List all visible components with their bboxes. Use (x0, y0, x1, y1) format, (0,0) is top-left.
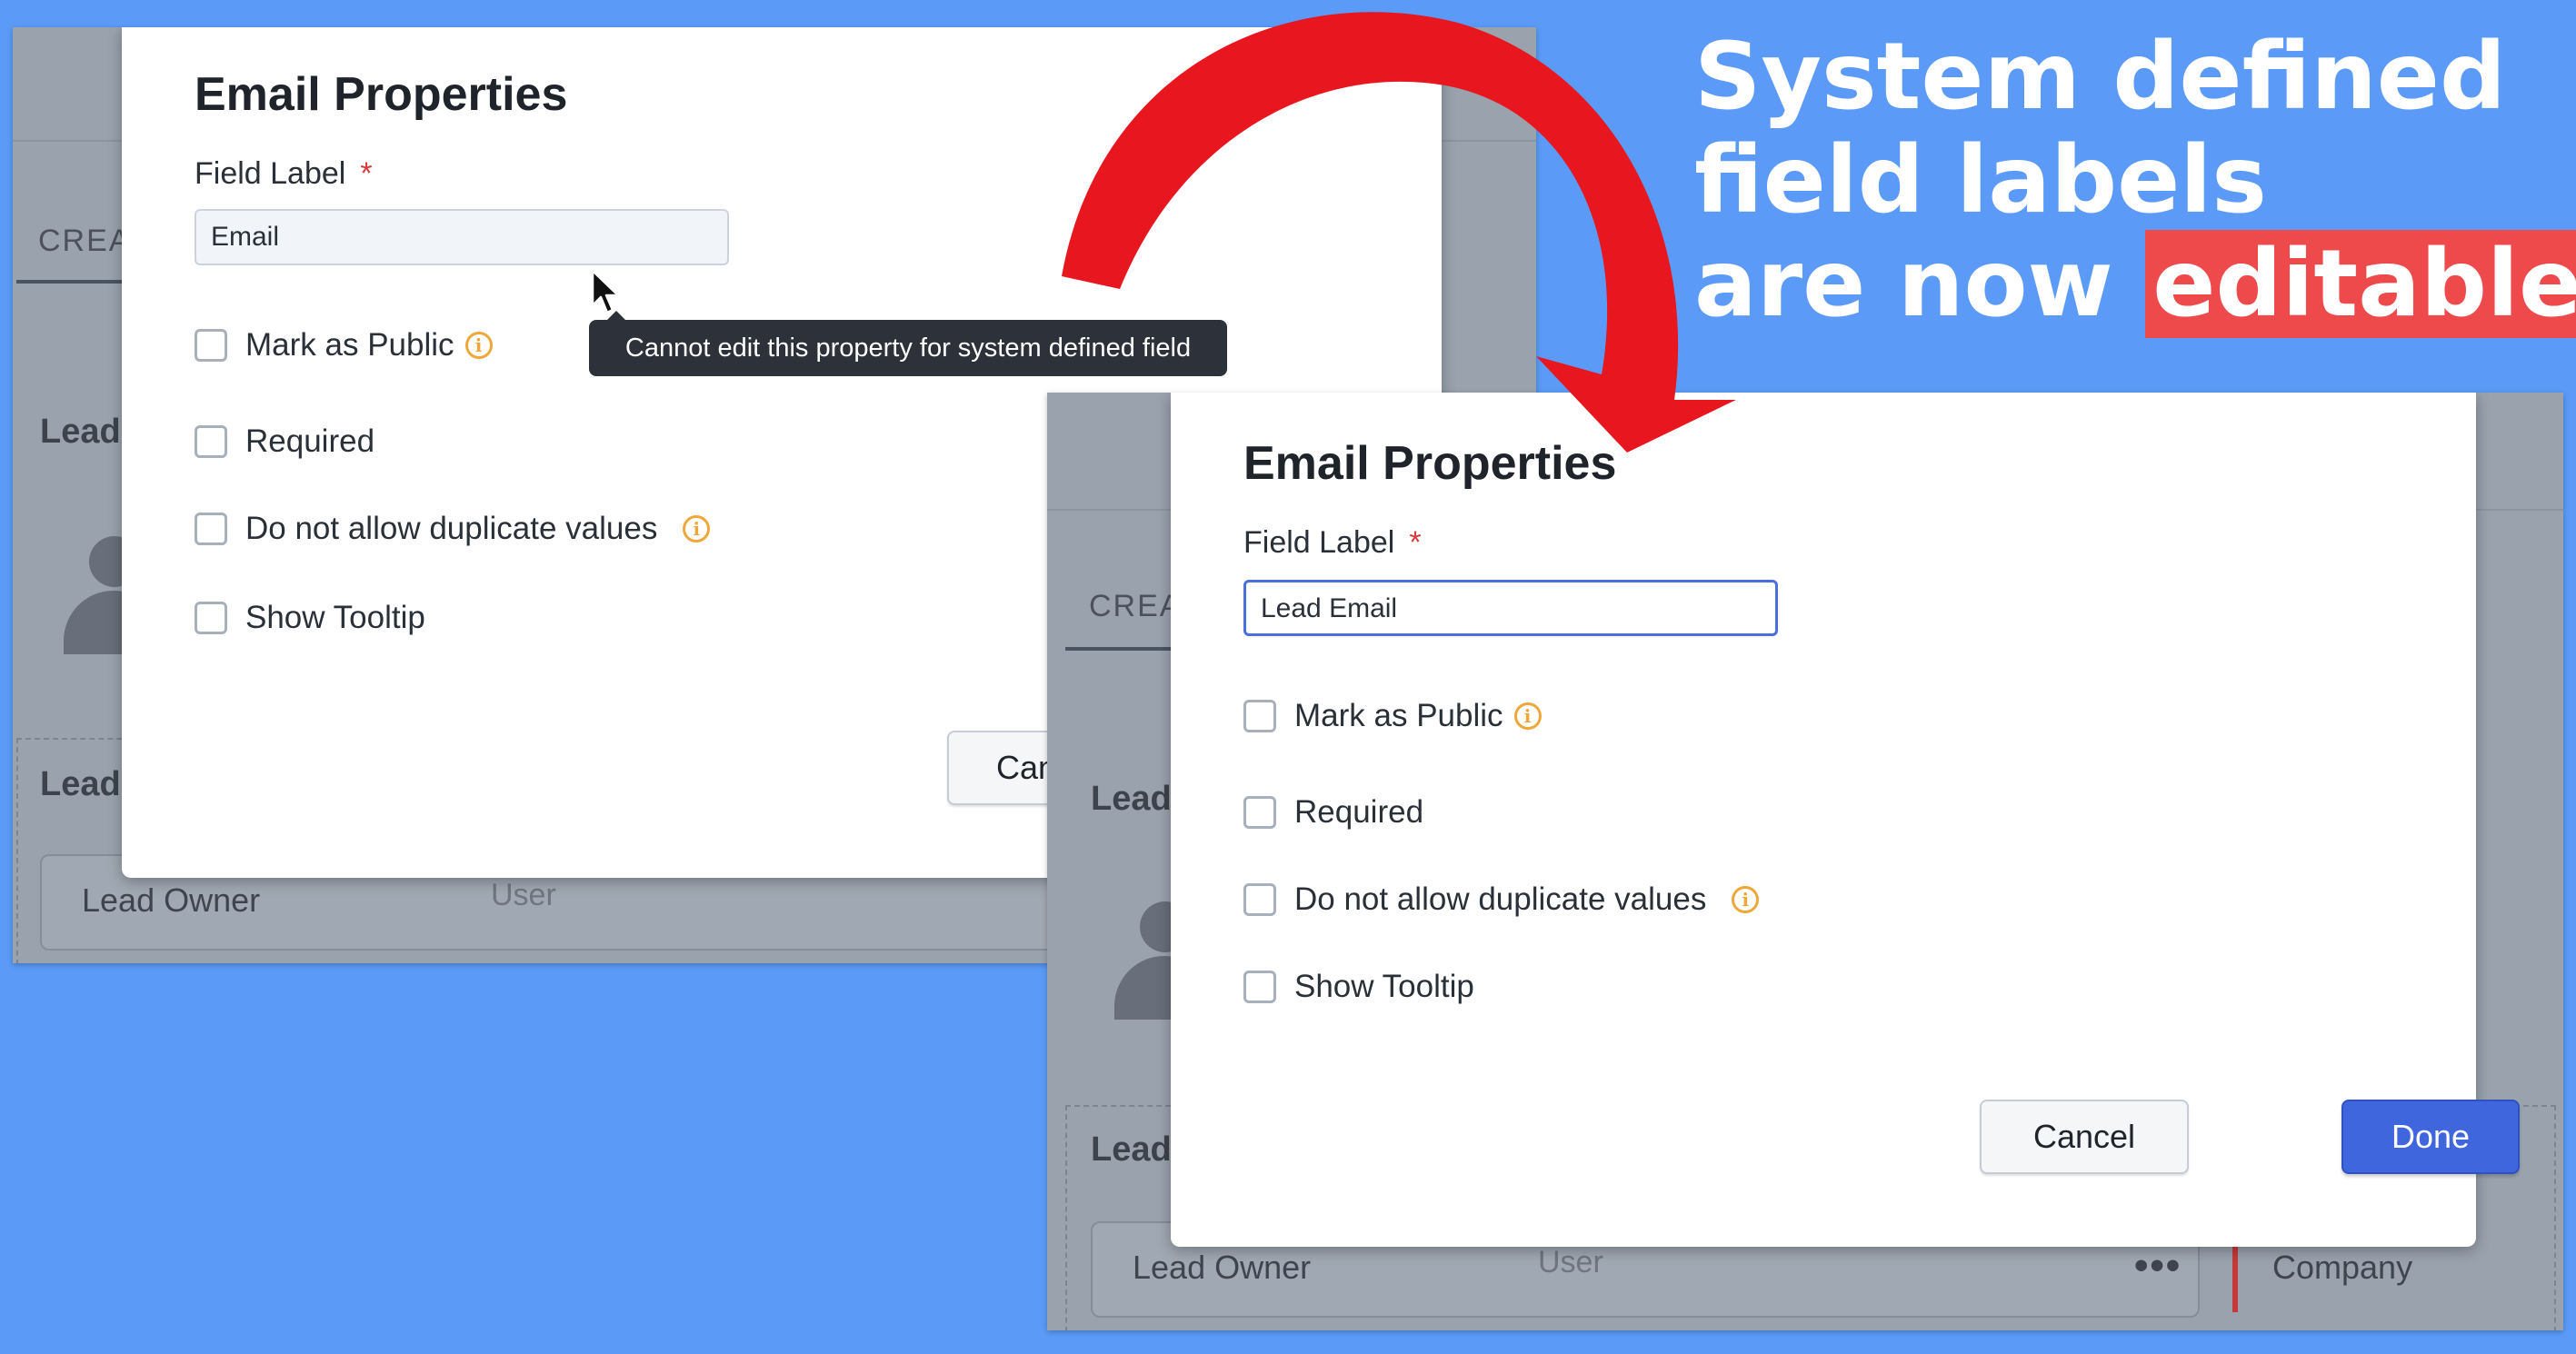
field-label-input[interactable]: Lead Email (1243, 580, 1778, 636)
cancel-button[interactable]: Cancel (1980, 1100, 2189, 1174)
company-field-label: Company (2272, 1249, 2413, 1286)
required-asterisk: * (1409, 525, 1422, 560)
create-tab[interactable]: CREA (1089, 589, 1182, 624)
field-label-text: Field Label (195, 156, 346, 191)
checkbox[interactable] (1243, 700, 1276, 732)
option-label: Show Tooltip (1294, 969, 1474, 1004)
info-icon[interactable]: i (683, 515, 711, 543)
option-no-duplicates[interactable]: Do not allow duplicate values i (1243, 881, 1760, 918)
option-no-duplicates[interactable]: Do not allow duplicate values i (195, 511, 711, 547)
field-label-text: Field Label (1243, 525, 1395, 560)
done-button[interactable]: Done (2341, 1100, 2520, 1174)
email-properties-dialog: Email Properties Field Label * Lead Email… (1171, 393, 2520, 1247)
option-required[interactable]: Required (1243, 794, 1423, 831)
info-icon[interactable]: i (464, 332, 493, 359)
lead-owner-type: User (491, 878, 556, 912)
section-heading: Lead (40, 765, 121, 803)
headline-highlight: editable (2145, 230, 2576, 338)
more-dots-icon[interactable]: ••• (2134, 1243, 2182, 1289)
required-asterisk: * (360, 156, 373, 191)
option-label: Show Tooltip (245, 600, 425, 635)
info-icon[interactable]: i (1513, 702, 1542, 730)
checkbox[interactable] (195, 329, 227, 362)
checkbox[interactable] (195, 425, 227, 458)
checkbox[interactable] (195, 602, 227, 634)
section-heading: Lead (1091, 780, 1172, 818)
checkbox[interactable] (1243, 796, 1276, 829)
checkbox[interactable] (195, 513, 227, 545)
info-icon[interactable]: i (1732, 886, 1760, 913)
lead-owner-label: Lead Owner (82, 881, 261, 919)
create-tab[interactable]: CREA (38, 224, 131, 259)
headline-line-3: are now editable (1694, 230, 2576, 338)
lead-owner-type: User (1538, 1245, 1603, 1279)
headline-line-1: System defined (1694, 23, 2506, 131)
option-show-tooltip[interactable]: Show Tooltip (1243, 969, 1474, 1005)
checkbox[interactable] (1243, 971, 1276, 1003)
section-heading: Lead (1091, 1130, 1172, 1169)
option-required[interactable]: Required (195, 423, 374, 460)
option-label: Required (1294, 794, 1424, 830)
option-show-tooltip[interactable]: Show Tooltip (195, 600, 425, 636)
field-label-caption: Field Label * (195, 156, 373, 192)
option-label: Mark as Public (245, 327, 454, 363)
headline-line-2: field labels (1694, 126, 2267, 234)
section-heading: Lead (40, 413, 121, 451)
lead-owner-label: Lead Owner (1133, 1249, 1312, 1286)
field-label-caption: Field Label * (1243, 525, 1422, 561)
disabled-tooltip: Cannot edit this property for system def… (589, 311, 1227, 376)
mouse-cursor-icon (591, 269, 620, 314)
checkbox[interactable] (1243, 883, 1276, 916)
dialog-title: Email Properties (195, 68, 568, 121)
option-label: Do not allow duplicate values (245, 511, 658, 546)
option-label: Mark as Public (1294, 698, 1503, 733)
option-label: Do not allow duplicate values (1294, 881, 1707, 917)
option-mark-as-public[interactable]: Mark as Public i (195, 327, 493, 363)
after-screenshot: CREA Lead Lead Lead Owner User ••• Compa… (1047, 393, 2563, 1330)
headline-prefix: are now (1694, 230, 2146, 338)
field-marker (2232, 1238, 2238, 1312)
option-mark-as-public[interactable]: Mark as Public i (1243, 698, 1542, 734)
dialog-title: Email Properties (1243, 437, 1617, 490)
field-label-input-disabled[interactable]: Email (195, 209, 729, 265)
headline: System defined field labels are now edit… (1694, 23, 2576, 338)
option-label: Required (245, 423, 375, 459)
